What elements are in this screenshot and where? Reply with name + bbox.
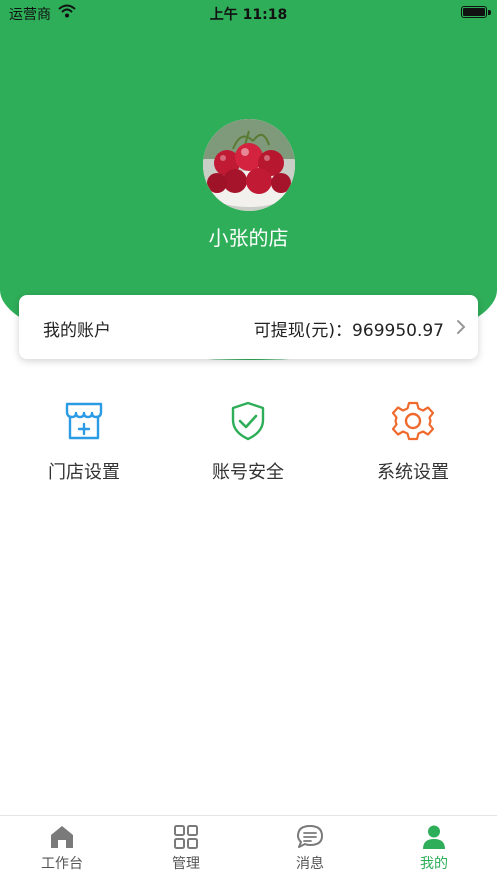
- tab-workbench-label: 工作台: [41, 856, 83, 872]
- account-label: 我的账户: [43, 321, 111, 341]
- system-settings-button[interactable]: 系统设置: [353, 400, 473, 490]
- tab-messages-label: 消息: [296, 856, 324, 872]
- account-security-label: 账号安全: [212, 462, 284, 483]
- tab-manage-label: 管理: [172, 856, 200, 872]
- tab-manage[interactable]: 管理: [136, 824, 236, 873]
- home-icon: [51, 826, 73, 848]
- tab-workbench[interactable]: 工作台: [12, 824, 112, 873]
- chevron-right-icon: [457, 320, 466, 334]
- tab-mine-label: 我的: [420, 856, 448, 872]
- account-card[interactable]: 我的账户 可提现(元)：969950.97: [19, 295, 478, 359]
- battery-icon: [461, 6, 487, 18]
- shield-check-icon: [231, 401, 265, 441]
- tab-messages[interactable]: 消息: [260, 824, 360, 873]
- status-time: 上午 11:18: [209, 7, 288, 23]
- store-settings-label: 门店设置: [48, 462, 120, 483]
- tab-mine[interactable]: 我的: [384, 824, 484, 873]
- withdrawable-balance: 可提现(元)：969950.97: [253, 321, 444, 341]
- shop-name: 小张的店: [208, 226, 289, 250]
- cherries-photo-icon: [203, 119, 295, 211]
- user-icon: [423, 825, 445, 849]
- avatar[interactable]: [203, 119, 295, 211]
- system-settings-label: 系统设置: [377, 462, 449, 483]
- account-security-button[interactable]: 账号安全: [188, 400, 308, 490]
- store-settings-button[interactable]: 门店设置: [24, 400, 144, 490]
- store-icon: [65, 402, 103, 440]
- chat-icon: [297, 825, 323, 848]
- gear-icon: [392, 401, 434, 441]
- battery-tip: [488, 10, 491, 15]
- status-bar: 运营商 上午 11:18: [0, 0, 497, 26]
- bottom-tab-bar: 工作台 管理 消息 我的: [0, 815, 497, 883]
- grid-icon: [174, 825, 198, 849]
